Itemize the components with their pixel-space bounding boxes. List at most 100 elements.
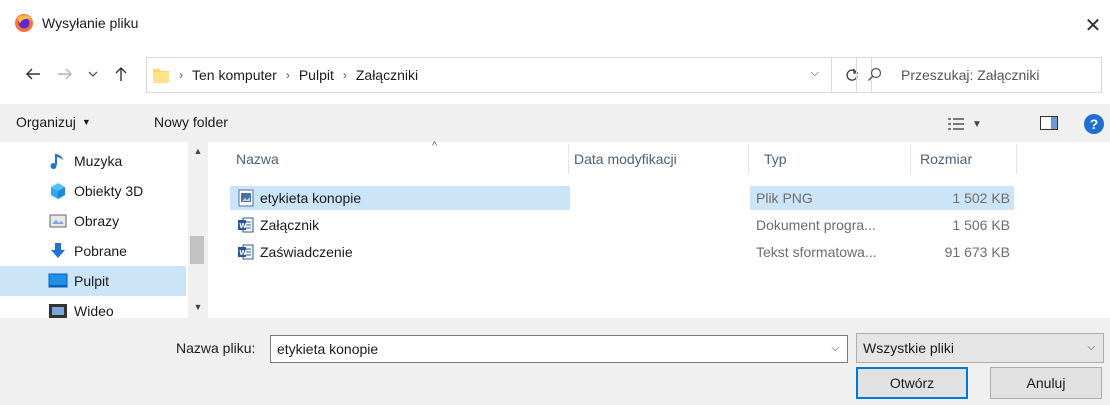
column-header-type[interactable]: Typ	[764, 142, 787, 176]
organize-button[interactable]: Organizuj ▼	[16, 114, 91, 130]
firefox-icon	[15, 14, 33, 32]
file-type-cell: Plik PNG 1 502 KB	[750, 186, 1014, 210]
search-input[interactable]: Przeszukaj: Załączniki	[856, 57, 1102, 93]
column-header-size[interactable]: Rozmiar	[920, 142, 972, 176]
word-document-icon: W	[238, 244, 254, 260]
filename-label: Nazwa pliku:	[176, 340, 256, 356]
chevron-right-icon: ›	[179, 68, 183, 82]
desktop-icon	[48, 273, 68, 288]
file-name: Załącznik	[260, 217, 320, 233]
cancel-button[interactable]: Anuluj	[990, 367, 1102, 399]
file-name-cell: etykieta konopie	[230, 186, 570, 210]
scroll-down-icon[interactable]: ▼	[188, 302, 208, 312]
filter-value: Wszystkie pliki	[863, 340, 955, 356]
file-size: 91 673 KB	[944, 244, 1010, 260]
help-icon[interactable]: ?	[1084, 114, 1104, 134]
scrollbar-thumb[interactable]	[190, 236, 204, 264]
breadcrumb-item[interactable]: Załączniki	[356, 67, 418, 83]
filename-field[interactable]: etykieta konopie ⌵	[270, 335, 848, 363]
cube-3d-icon	[51, 183, 65, 199]
sidebar-item-label: Pobrane	[74, 243, 127, 259]
address-bar[interactable]: › Ten komputer › Pulpit › Załączniki ⌵	[146, 57, 832, 93]
file-row[interactable]: etykieta konopie Plik PNG 1 502 KB	[230, 186, 1016, 210]
search-icon	[868, 67, 882, 81]
arrow-up-icon	[115, 67, 127, 81]
scroll-up-icon[interactable]: ▲	[188, 146, 208, 156]
arrow-right-icon	[58, 68, 72, 80]
column-header-name[interactable]: Nazwa	[236, 142, 279, 176]
column-header-modified[interactable]: Data modyfikacji	[574, 142, 677, 176]
breadcrumb: › Ten komputer › Pulpit › Załączniki	[179, 67, 418, 83]
caret-down-icon: ▼	[81, 117, 91, 127]
file-type: Plik PNG	[756, 190, 813, 206]
file-row[interactable]: W Zaświadczenie Tekst sformatowa... 91 6…	[230, 240, 1016, 264]
file-type: Tekst sformatowa...	[756, 244, 877, 260]
file-name-cell: W Załącznik	[230, 213, 570, 237]
folder-icon	[153, 69, 169, 83]
word-document-icon: W	[238, 217, 254, 233]
dialog-footer: Nazwa pliku: etykieta konopie ⌵ Wszystki…	[0, 318, 1110, 405]
sidebar-item-label: Obrazy	[74, 213, 120, 229]
video-icon	[49, 304, 67, 318]
file-name-cell: W Zaświadczenie	[230, 240, 570, 264]
command-bar: Organizuj ▼ Nowy folder ▼ ?	[0, 104, 1110, 142]
file-size: 1 502 KB	[952, 190, 1010, 206]
file-type: Dokument progra...	[756, 217, 876, 233]
file-name: Zaświadczenie	[260, 244, 353, 260]
svg-text:W: W	[239, 222, 247, 230]
sidebar-item-label: Muzyka	[74, 153, 123, 169]
sidebar-item-obiekty-3d[interactable]: Obiekty 3D	[0, 176, 186, 206]
change-view-button[interactable]: ▼	[948, 114, 988, 134]
close-button[interactable]: ✕	[1076, 8, 1110, 42]
preview-pane-button[interactable]	[1040, 116, 1058, 130]
column-divider[interactable]	[910, 144, 911, 174]
forward-button[interactable]	[54, 63, 76, 85]
chevron-down-icon: ⌵	[1087, 342, 1095, 353]
pictures-icon	[49, 214, 67, 228]
recent-locations-button[interactable]	[82, 63, 104, 85]
up-button[interactable]	[110, 63, 132, 85]
sidebar-item-muzyka[interactable]: Muzyka	[0, 146, 186, 176]
address-dropdown-icon[interactable]: ⌵	[811, 67, 819, 80]
breadcrumb-item[interactable]: Ten komputer	[192, 67, 277, 83]
sidebar-item-label: Wideo	[74, 303, 114, 318]
filename-value: etykieta konopie	[277, 341, 379, 357]
file-name: etykieta konopie	[260, 190, 362, 206]
new-folder-button[interactable]: Nowy folder	[154, 114, 228, 130]
close-icon: ✕	[1084, 14, 1102, 37]
details-view-icon	[948, 118, 964, 130]
breadcrumb-item[interactable]: Pulpit	[299, 67, 334, 83]
chevron-down-icon	[88, 71, 98, 77]
music-icon	[50, 154, 63, 169]
address-row: › Ten komputer › Pulpit › Załączniki ⌵ P…	[0, 55, 1110, 95]
file-type-filter[interactable]: Wszystkie pliki ⌵	[856, 333, 1104, 363]
download-icon	[51, 243, 65, 258]
back-button[interactable]	[22, 63, 44, 85]
file-type-cell: Dokument progra... 1 506 KB	[750, 213, 1014, 237]
sidebar-item-pobrane[interactable]: Pobrane	[0, 236, 186, 266]
sidebar-item-obrazy[interactable]: Obrazy	[0, 206, 186, 236]
file-list: ^ Nazwa Data modyfikacji Typ Rozmiar ety…	[208, 140, 1110, 318]
navigation-pane: Muzyka Obiekty 3D Obrazy Pobrane Pulpit …	[0, 142, 208, 318]
sort-ascending-icon: ^	[432, 140, 438, 152]
organize-label: Organizuj	[16, 114, 76, 130]
sidebar-item-label: Obiekty 3D	[74, 183, 144, 199]
window-title: Wysyłanie pliku	[42, 15, 139, 31]
arrow-left-icon	[26, 68, 40, 80]
sidebar-item-pulpit[interactable]: Pulpit	[0, 266, 186, 296]
chevron-right-icon: ›	[285, 68, 290, 82]
file-type-cell: Tekst sformatowa... 91 673 KB	[750, 240, 1014, 264]
png-image-icon	[238, 189, 254, 207]
open-button[interactable]: Otwórz	[856, 367, 968, 399]
file-row[interactable]: W Załącznik Dokument progra... 1 506 KB	[230, 213, 1016, 237]
column-divider[interactable]	[748, 144, 749, 174]
file-size: 1 506 KB	[952, 217, 1010, 233]
column-divider[interactable]	[568, 144, 569, 174]
search-placeholder: Przeszukaj: Załączniki	[901, 67, 1040, 83]
column-divider[interactable]	[1016, 144, 1017, 174]
sidebar-item-label: Pulpit	[74, 273, 110, 289]
sidebar-item-wideo[interactable]: Wideo	[0, 296, 186, 318]
sidebar-scrollbar[interactable]: ▲ ▼	[188, 142, 208, 318]
chevron-down-icon[interactable]: ⌵	[831, 343, 839, 354]
caret-down-icon: ▼	[972, 118, 982, 130]
